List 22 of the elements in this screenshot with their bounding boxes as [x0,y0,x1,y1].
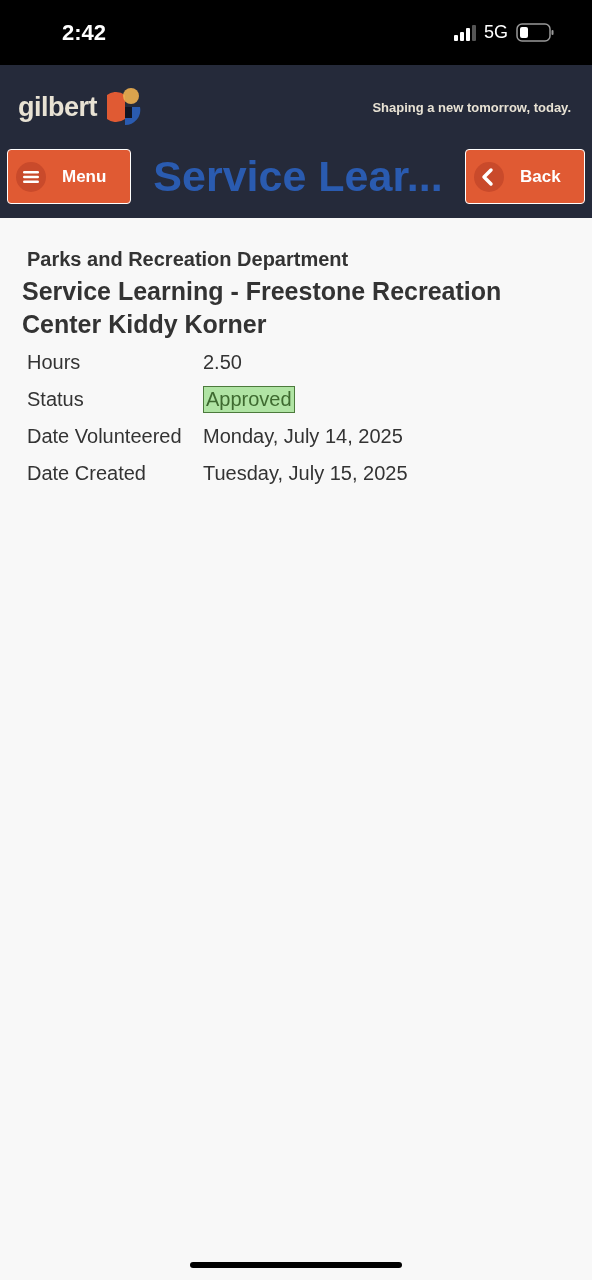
detail-label: Hours [27,350,82,375]
tagline: Shaping a new tomorrow, today. [372,99,571,115]
page-title: Service Lear... [153,152,443,201]
battery-icon [516,23,554,42]
detail-label: Date Created [27,461,147,486]
status-badge: Approved [203,386,295,413]
detail-label: Status [27,387,85,412]
clock: 2:42 [62,19,107,46]
back-icon [474,161,504,192]
back-button[interactable]: Back [465,149,585,204]
detail-value: Monday, July 14, 2025 [203,425,403,448]
menu-button[interactable]: Menu [7,149,131,204]
activity-title: Service Learning - Freestone Recreation Center Kiddy Korner [22,276,503,340]
logo-text: gilbert [18,91,97,123]
menu-icon [16,161,46,192]
detail-value: 2.50 [203,351,242,374]
signal-icon [454,24,476,41]
department-heading: Parks and Recreation Department [26,248,350,271]
network-label: 5G [484,22,508,43]
detail-value: Tuesday, July 15, 2025 [203,462,408,485]
detail-label: Date Volunteered [27,424,183,449]
logo-icon [107,87,141,127]
